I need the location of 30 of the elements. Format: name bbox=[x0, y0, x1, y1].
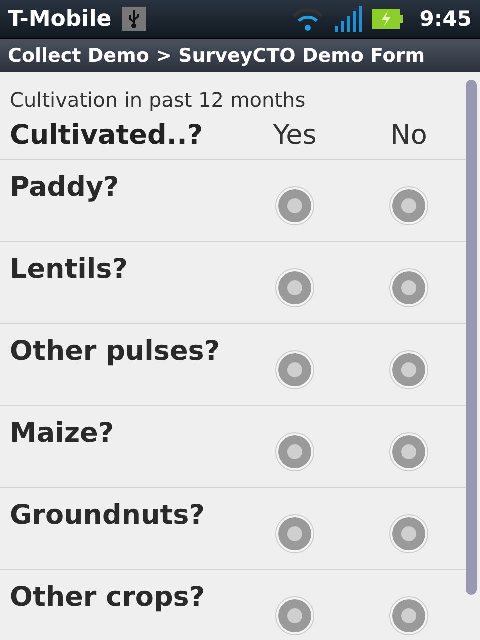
question-label: Groundnuts? bbox=[9, 499, 206, 531]
carrier-name: T-Mobile bbox=[8, 6, 112, 32]
radio-button[interactable] bbox=[389, 186, 429, 226]
option-header: Yes bbox=[272, 120, 318, 151]
group-label: Cultivation in past 12 months bbox=[9, 87, 307, 114]
question-label: Maize? bbox=[9, 417, 116, 449]
usb-icon bbox=[122, 7, 146, 31]
radio-button[interactable] bbox=[389, 432, 429, 472]
question-label: Other crops? bbox=[9, 581, 206, 613]
radio-button[interactable] bbox=[389, 514, 429, 554]
radio-button[interactable] bbox=[389, 350, 429, 390]
radio-button[interactable] bbox=[275, 268, 315, 308]
radio-button[interactable] bbox=[275, 596, 315, 636]
window-title: Collect Demo > SurveyCTO Demo Form bbox=[8, 44, 425, 66]
radio-button[interactable] bbox=[389, 268, 429, 308]
clock-time: 9:45 bbox=[420, 7, 472, 31]
question-label: Lentils? bbox=[9, 253, 129, 285]
radio-button[interactable] bbox=[275, 186, 315, 226]
question-header: Cultivated..? bbox=[9, 120, 204, 151]
option-header: No bbox=[390, 120, 428, 151]
signal-icon bbox=[334, 6, 362, 32]
scrollbar[interactable] bbox=[466, 80, 477, 595]
radio-button[interactable] bbox=[389, 596, 429, 636]
battery-icon bbox=[372, 9, 404, 29]
radio-button[interactable] bbox=[275, 514, 315, 554]
radio-button[interactable] bbox=[275, 432, 315, 472]
wifi-icon bbox=[292, 6, 324, 32]
radio-button[interactable] bbox=[275, 350, 315, 390]
question-label: Other pulses? bbox=[9, 335, 222, 367]
question-label: Paddy? bbox=[9, 171, 120, 203]
